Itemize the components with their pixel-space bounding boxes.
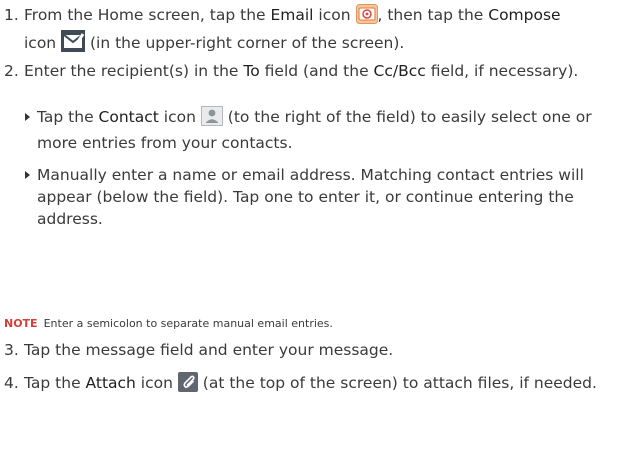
bullet-marker: [25, 113, 30, 121]
contact-icon: [200, 106, 223, 132]
bullet-item: Tap the Contact icon (to the right of th…: [24, 106, 630, 154]
step-number: 3.: [4, 341, 19, 359]
paperclip-icon: [177, 372, 198, 398]
contact-term: Contact: [98, 108, 159, 126]
step-number: 2.: [4, 62, 19, 80]
step-4: 4. Tap the Attach icon (at the top of th…: [0, 372, 630, 398]
bullet-text: Tap the Contact icon (to the right of th…: [37, 106, 592, 152]
attach-term: Attach: [85, 374, 136, 392]
bullet-text: Manually enter a name or email address. …: [37, 166, 584, 228]
step-text: Enter the recipient(s) in the To field (…: [24, 62, 579, 80]
bullet-item: Manually enter a name or email address. …: [24, 164, 630, 230]
email-term: Email: [270, 6, 314, 24]
step-3: 3. Tap the message field and enter your …: [0, 339, 630, 361]
step-number: 1.: [4, 6, 19, 24]
to-term: To: [243, 62, 260, 80]
compose-icon: [61, 30, 86, 58]
bullet-marker: [25, 171, 30, 179]
note-label: NOTE: [4, 317, 38, 330]
compose-term: Compose: [488, 6, 561, 24]
note: NOTE Enter a semicolon to separate manual…: [4, 316, 624, 332]
email-app-icon: [355, 4, 378, 30]
cc-bcc-term: Cc/Bcc: [373, 62, 426, 80]
step-text: From the Home screen, tap the Email icon…: [24, 4, 630, 58]
instruction-page: 1. From the Home screen, tap the Email i…: [0, 0, 637, 463]
step-2: 2. Enter the recipient(s) in the To fiel…: [0, 60, 630, 82]
step-text: Tap the message field and enter your mes…: [24, 341, 394, 359]
step-text: Tap the Attach icon (at the top of the s…: [24, 372, 630, 398]
step-number: 4.: [4, 374, 19, 392]
step-1: 1. From the Home screen, tap the Email i…: [0, 4, 630, 58]
note-text: Enter a semicolon to separate manual ema…: [43, 317, 333, 330]
